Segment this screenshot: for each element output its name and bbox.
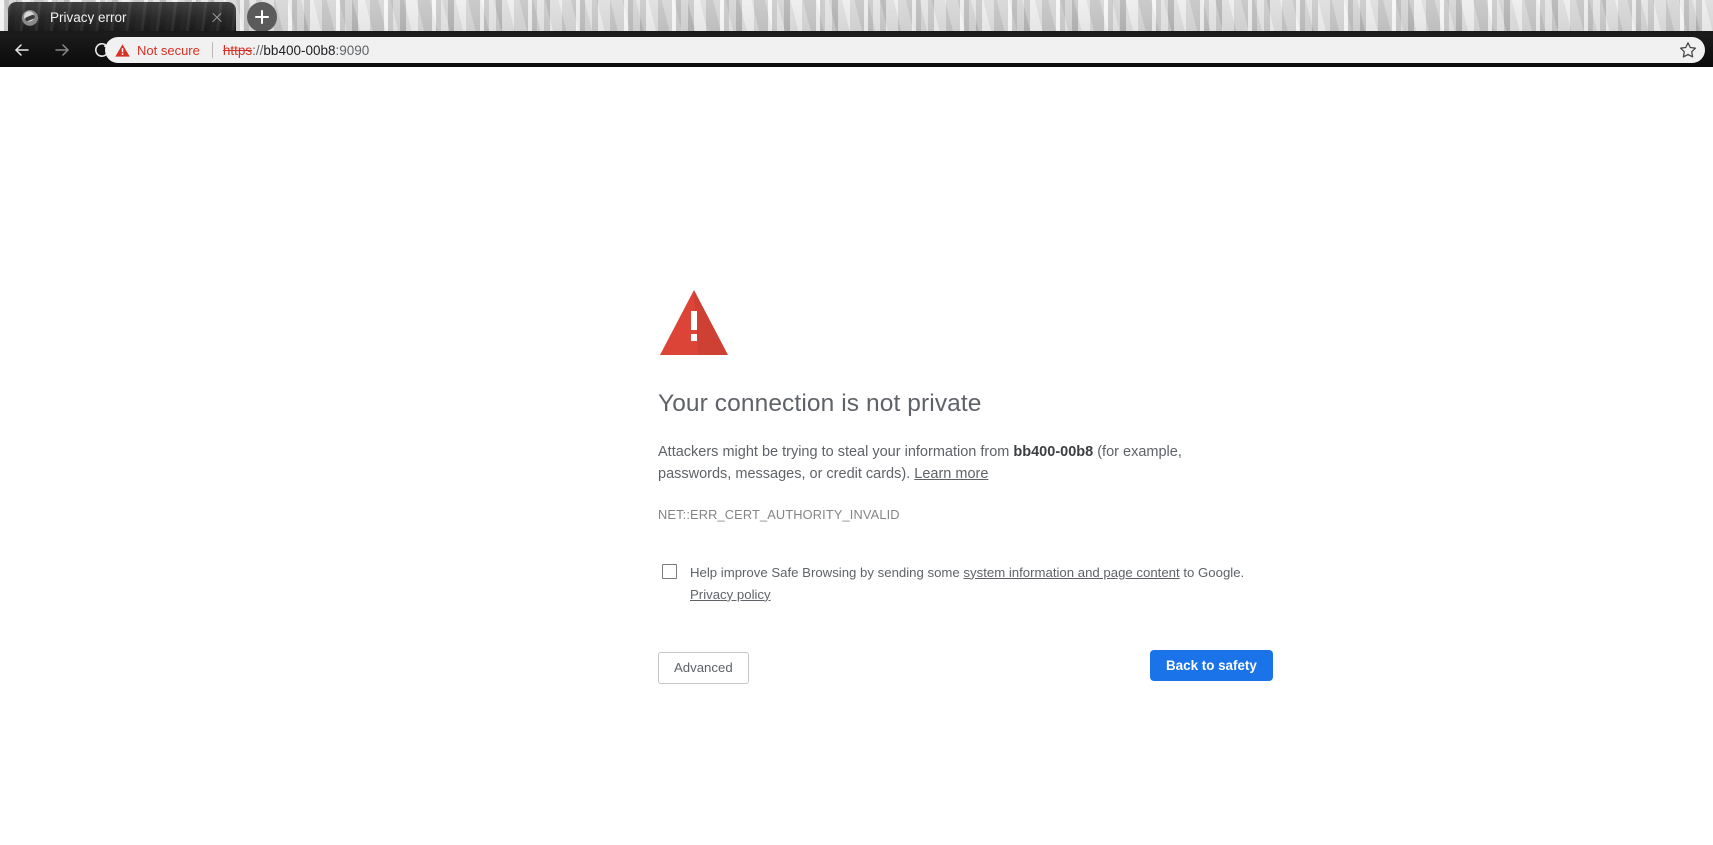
star-outline-icon[interactable]: [1679, 41, 1697, 59]
browser-tab-privacy-error[interactable]: Privacy error: [8, 2, 236, 33]
globe-icon: [22, 9, 38, 26]
url-scheme: https: [222, 42, 253, 58]
back-to-safety-button[interactable]: Back to safety: [1150, 649, 1273, 681]
url-port: :9090: [335, 42, 370, 58]
warning-triangle-icon[interactable]: [115, 43, 130, 57]
page-viewport: Your connection is not private Attackers…: [0, 67, 1713, 845]
ssl-interstitial: Your connection is not private Attackers…: [658, 287, 1278, 686]
omnibox-security-label: Not secure: [137, 42, 200, 58]
arrow-left-icon[interactable]: [8, 36, 36, 64]
omnibox-url-text[interactable]: https://bb400-00b8:9090: [223, 43, 1671, 58]
url-separator: ://: [252, 42, 264, 58]
safe-browsing-checkbox[interactable]: [662, 563, 677, 579]
interstitial-button-row: Advanced Back to safety: [658, 649, 1273, 686]
omnibox-separator: [211, 42, 213, 58]
body-hostname: bb400-00b8: [1013, 443, 1094, 460]
arrow-right-icon[interactable]: [48, 36, 76, 64]
warning-triangle-icon: [660, 290, 728, 355]
error-code: NET::ERR_CERT_AUTHORITY_INVALID: [658, 506, 900, 522]
body-prefix: Attackers might be trying to steal your …: [658, 443, 1014, 460]
page-title: Your connection is not private: [658, 390, 982, 417]
safe-browsing-optin-row: Help improve Safe Browsing by sending so…: [658, 562, 1278, 606]
learn-more-link[interactable]: Learn more: [914, 466, 988, 482]
url-host: bb400-00b8: [263, 42, 336, 58]
safe-browsing-text-suffix: to Google.: [1179, 564, 1245, 580]
plus-icon[interactable]: [247, 2, 277, 32]
close-icon[interactable]: [206, 7, 228, 29]
omnibox[interactable]: Not secure https://bb400-00b8:9090: [105, 37, 1705, 63]
safe-browsing-text-prefix: Help improve Safe Browsing by sending so…: [690, 564, 964, 580]
advanced-button[interactable]: Advanced: [658, 651, 749, 684]
system-information-link[interactable]: system information and page content: [963, 565, 1179, 580]
tab-strip: Privacy error: [0, 0, 1713, 33]
tab-title: Privacy error: [50, 10, 127, 25]
browser-toolbar: Not secure https://bb400-00b8:9090: [0, 33, 1713, 67]
safe-browsing-label: Help improve Safe Browsing by sending so…: [690, 562, 1250, 606]
privacy-policy-link[interactable]: Privacy policy: [690, 587, 771, 602]
browser-window: Privacy error Not secure https://bb400-0…: [0, 0, 1713, 845]
interstitial-body-text: Attackers might be trying to steal your …: [658, 441, 1218, 486]
